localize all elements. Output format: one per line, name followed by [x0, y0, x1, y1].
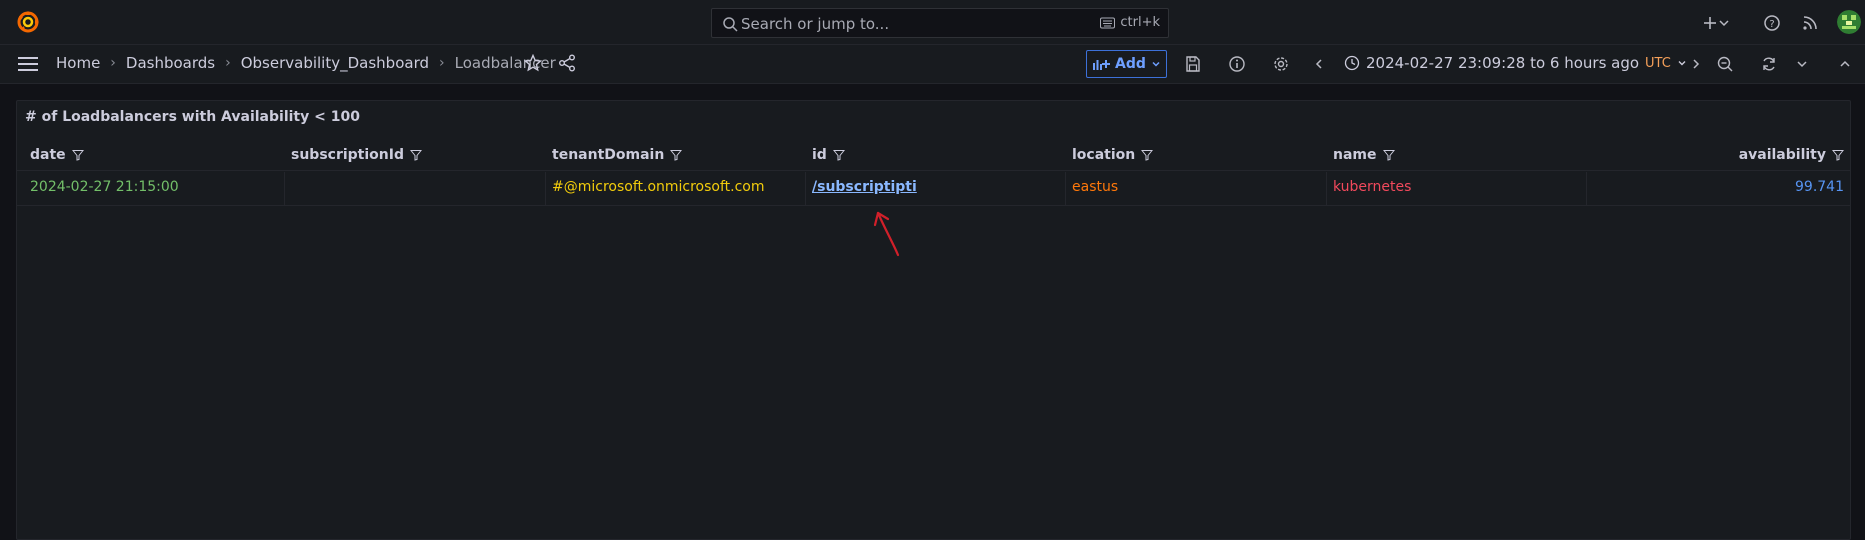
settings-gear-icon[interactable]: [1272, 55, 1290, 73]
time-shift-back-icon[interactable]: [1312, 55, 1326, 73]
column-header-location[interactable]: location: [1072, 147, 1154, 163]
cell-availability: 99.741: [1795, 179, 1844, 195]
column-header-id[interactable]: id: [812, 147, 845, 163]
column-header-availability[interactable]: availability: [1739, 147, 1844, 163]
column-label: availability: [1738, 147, 1826, 163]
user-avatar[interactable]: [1837, 10, 1861, 34]
column-label: name: [1333, 147, 1377, 163]
cell-id-link[interactable]: /subscriptipti: [812, 179, 917, 195]
search-input[interactable]: Search or jump to... ctrl+k: [711, 8, 1169, 38]
help-icon[interactable]: ?: [1762, 13, 1782, 33]
column-label: location: [1072, 147, 1136, 163]
column-label: tenantDomain: [552, 147, 665, 163]
filter-icon[interactable]: [1382, 149, 1395, 161]
menu-icon[interactable]: [18, 55, 38, 73]
plus-icon[interactable]: [1700, 13, 1720, 33]
svg-text:?: ?: [1769, 19, 1774, 30]
add-button-label: Add: [1115, 56, 1146, 72]
save-icon[interactable]: [1184, 55, 1202, 73]
filter-icon[interactable]: [71, 149, 84, 161]
column-label: id: [812, 147, 827, 163]
column-label: subscriptionId: [291, 147, 404, 163]
share-icon[interactable]: [558, 54, 576, 72]
top-nav-bar: Search or jump to... ctrl+k ?: [0, 0, 1865, 45]
cell-location: eastus: [1072, 179, 1119, 195]
annotation-arrow-icon: [873, 211, 900, 257]
table-row: 2024-02-27 21:15:00 #@microsoft.onmicros…: [17, 172, 1850, 206]
breadcrumb-dashboards[interactable]: Dashboards: [126, 54, 215, 72]
breadcrumb-home[interactable]: Home: [56, 54, 100, 72]
zoom-out-icon[interactable]: [1716, 55, 1734, 73]
add-panel-icon: [1093, 60, 1111, 70]
rss-icon[interactable]: [1800, 13, 1820, 33]
add-button[interactable]: Add: [1086, 50, 1167, 78]
filter-icon[interactable]: [1141, 149, 1154, 161]
cell-date: 2024-02-27 21:15:00: [30, 179, 179, 195]
chevron-down-icon: [1152, 61, 1160, 67]
cell-name: kubernetes: [1333, 179, 1412, 195]
time-shift-forward-icon[interactable]: [1689, 55, 1703, 73]
table-panel: # of Loadbalancers with Availability < 1…: [16, 100, 1851, 540]
column-header-subscriptionId[interactable]: subscriptionId: [291, 147, 422, 163]
dashboard-toolbar: Home › Dashboards › Observability_Dashbo…: [0, 45, 1865, 84]
filter-icon[interactable]: [832, 149, 845, 161]
cell-tenantDomain: #@microsoft.onmicrosoft.com: [552, 179, 765, 195]
filter-icon[interactable]: [670, 149, 683, 161]
shortcut-label: ctrl+k: [1120, 15, 1160, 30]
breadcrumb-folder[interactable]: Observability_Dashboard: [241, 54, 429, 72]
filter-icon[interactable]: [409, 149, 422, 161]
time-range-picker[interactable]: 2024-02-27 23:09:28 to 6 hours ago UTC: [1344, 54, 1687, 72]
chevron-down-icon[interactable]: [1718, 13, 1730, 33]
breadcrumb-separator: ›: [439, 55, 445, 71]
column-header-tenantDomain[interactable]: tenantDomain: [552, 147, 683, 163]
table-header: date subscriptionId tenantDomain id loca…: [17, 141, 1850, 171]
column-header-name[interactable]: name: [1333, 147, 1395, 163]
chevron-down-icon: [1678, 61, 1686, 66]
search-icon: [723, 17, 738, 32]
column-header-date[interactable]: date: [30, 147, 84, 163]
keyboard-icon: [1100, 17, 1116, 28]
info-icon[interactable]: [1228, 55, 1246, 73]
breadcrumb-separator: ›: [225, 55, 231, 71]
star-icon[interactable]: [524, 54, 542, 72]
grafana-logo-icon[interactable]: [16, 10, 40, 34]
column-label: date: [30, 147, 66, 163]
search-shortcut: ctrl+k: [1100, 15, 1160, 30]
search-placeholder: Search or jump to...: [741, 15, 890, 33]
breadcrumb-separator: ›: [110, 55, 116, 71]
breadcrumb: Home › Dashboards › Observability_Dashbo…: [56, 54, 556, 72]
clock-icon: [1344, 55, 1360, 71]
filter-icon[interactable]: [1832, 149, 1844, 161]
refresh-icon[interactable]: [1760, 55, 1778, 73]
panel-title[interactable]: # of Loadbalancers with Availability < 1…: [25, 109, 360, 125]
collapse-up-icon[interactable]: [1838, 55, 1852, 73]
chevron-down-icon[interactable]: [1796, 55, 1808, 73]
time-range-label: 2024-02-27 23:09:28 to 6 hours ago: [1366, 54, 1640, 72]
timezone-label: UTC: [1645, 55, 1671, 71]
